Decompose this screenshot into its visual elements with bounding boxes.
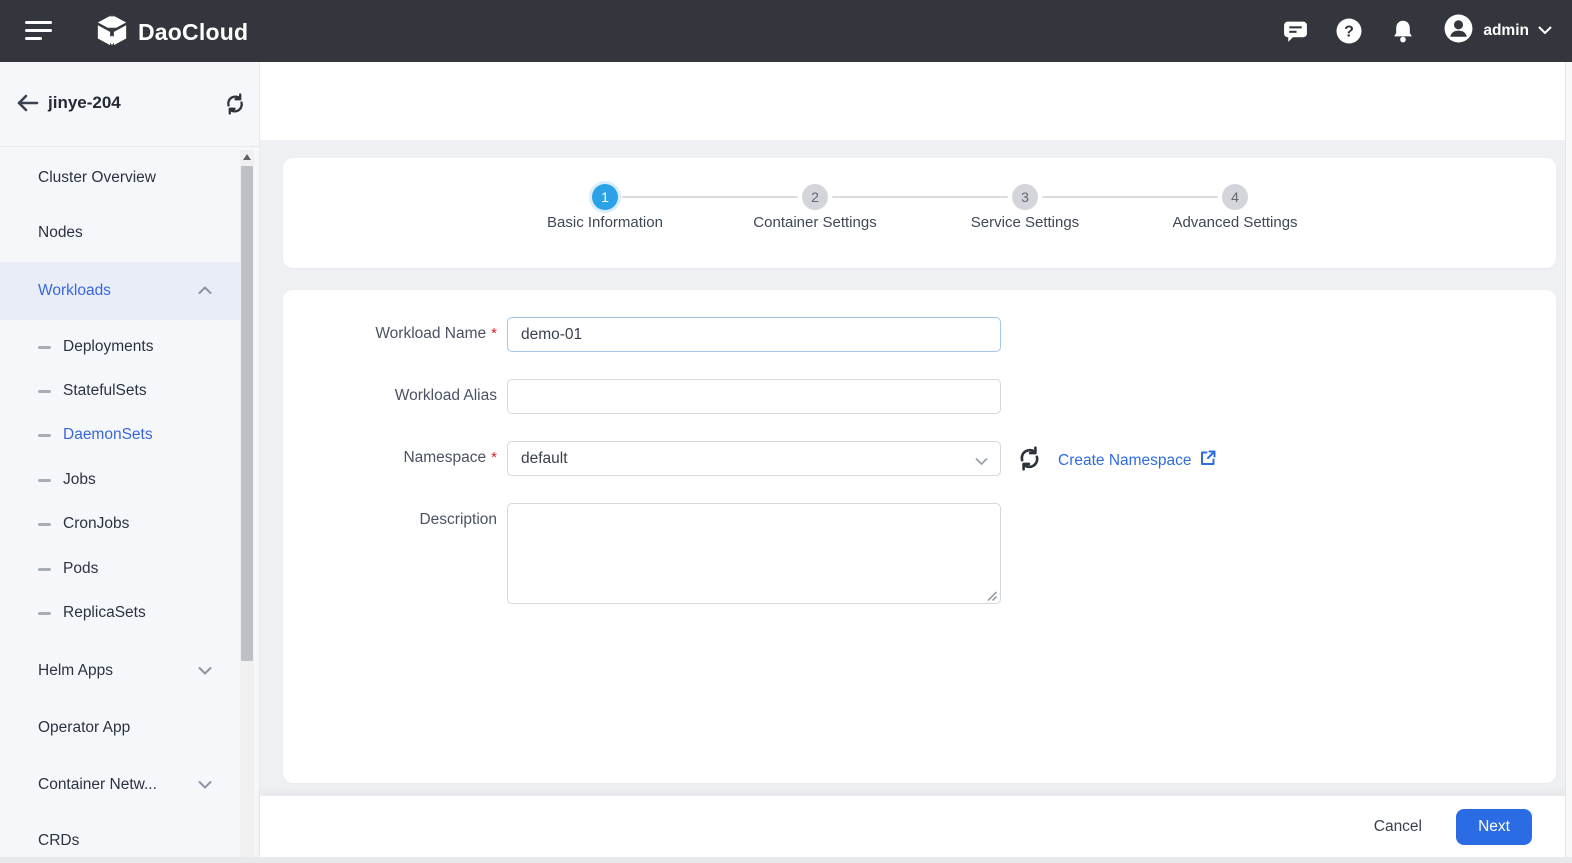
daocloud-logo-icon: [95, 13, 129, 52]
description-textarea[interactable]: [507, 503, 1001, 604]
refresh-namespaces-icon[interactable]: [1017, 446, 1043, 472]
stepper-card: 1 2 3 4 Basic Information Container Sett…: [283, 158, 1556, 268]
sidebar-item-label: CRDs: [38, 832, 80, 849]
sidebar-item-label: Operator App: [38, 719, 131, 736]
sidebar-item-cluster-overview[interactable]: Cluster Overview: [0, 150, 240, 206]
sidebar-item-label: Nodes: [38, 224, 83, 241]
user-name: admin: [1483, 22, 1529, 39]
sidebar-item-label: ReplicaSets: [63, 604, 146, 621]
step-connector: [622, 196, 798, 198]
sidebar-item-label: CronJobs: [63, 515, 130, 532]
sidebar-item-pods[interactable]: Pods: [0, 547, 240, 591]
sidebar-item-container-network[interactable]: Container Netw...: [0, 757, 240, 813]
sidebar-item-label: Pods: [63, 560, 99, 577]
sidebar-item-label: StatefulSets: [63, 382, 147, 399]
step-4-circle: 4: [1222, 184, 1248, 210]
sidebar-item-nodes[interactable]: Nodes: [0, 205, 240, 261]
required-asterisk: *: [491, 325, 497, 342]
sidebar-scrollbar[interactable]: [240, 150, 254, 863]
form-footer: Cancel Next: [260, 795, 1572, 857]
sidebar-item-daemonsets[interactable]: DaemonSets: [0, 413, 240, 457]
namespace-select[interactable]: default: [507, 441, 1001, 476]
workload-alias-label: Workload Alias: [394, 387, 497, 404]
sidebar-item-workloads[interactable]: Workloads: [0, 262, 240, 320]
sidebar-item-helm-apps[interactable]: Helm Apps: [0, 643, 240, 699]
workload-alias-input[interactable]: [507, 379, 1001, 414]
page-header: Create DaemonSets: [260, 62, 1572, 171]
chevron-down-icon: [975, 453, 988, 471]
namespace-label: Namespace *: [403, 449, 497, 466]
sidebar-item-label: Cluster Overview: [38, 169, 156, 186]
chevron-down-icon: [198, 776, 212, 794]
logo-text: DaoCloud: [138, 19, 249, 45]
help-icon[interactable]: ?: [1335, 17, 1363, 45]
user-menu[interactable]: admin: [1443, 13, 1552, 49]
sidebar-item-crds[interactable]: CRDs: [0, 813, 240, 863]
sidebar-item-label: Jobs: [63, 471, 96, 488]
workload-name-label: Workload Name *: [375, 325, 497, 342]
scrollbar-up-arrow[interactable]: [243, 154, 251, 160]
dash-icon: [38, 611, 51, 615]
chevron-down-icon: [198, 662, 212, 680]
daocloud-logo[interactable]: DaoCloud: [95, 13, 248, 52]
chevron-down-icon: [1538, 22, 1552, 40]
sidebar-item-operator-app[interactable]: Operator App: [0, 700, 240, 756]
page-scrollbar[interactable]: [1565, 62, 1572, 857]
dash-icon: [38, 345, 51, 349]
step-connector: [1042, 196, 1218, 198]
basic-information-form: Workload Name* Workload Alias Namespace*…: [283, 290, 1556, 783]
bottom-edge-strip: [0, 857, 1572, 863]
sidebar-item-deployments[interactable]: Deployments: [0, 325, 240, 369]
sidebar-item-statefulsets[interactable]: StatefulSets: [0, 369, 240, 413]
namespace-select-value: default: [521, 449, 568, 467]
scrollbar-thumb[interactable]: [241, 166, 253, 661]
sidebar-header: jinye-204: [0, 62, 260, 147]
required-asterisk: *: [491, 449, 497, 466]
sidebar-item-label: Helm Apps: [38, 662, 113, 679]
avatar-icon: [1443, 13, 1474, 49]
dash-icon: [38, 567, 51, 571]
sidebar-item-label: Deployments: [63, 338, 154, 355]
step-2-circle: 2: [802, 184, 828, 210]
sidebar: jinye-204 Cluster Overview Nodes Workloa…: [0, 62, 260, 863]
step-2-label: Container Settings: [753, 214, 877, 231]
cancel-button[interactable]: Cancel: [1374, 818, 1422, 836]
step-connector: [832, 196, 1008, 198]
step-1-circle: 1: [592, 184, 618, 210]
external-link-icon: [1199, 449, 1217, 472]
chevron-up-icon: [198, 282, 212, 300]
sidebar-item-replicasets[interactable]: ReplicaSets: [0, 591, 240, 635]
next-button[interactable]: Next: [1456, 808, 1532, 845]
app-root: DaoCloud ? admin jinye-204 Cluster Overv…: [0, 0, 1572, 863]
svg-text:?: ?: [1344, 24, 1354, 41]
sidebar-item-jobs[interactable]: Jobs: [0, 458, 240, 502]
dash-icon: [38, 522, 51, 526]
sidebar-back-icon[interactable]: [16, 94, 39, 117]
switch-cluster-icon[interactable]: [224, 93, 246, 120]
create-namespace-link[interactable]: Create Namespace: [1058, 449, 1217, 472]
dash-icon: [38, 433, 51, 437]
step-4-label: Advanced Settings: [1172, 214, 1298, 231]
notifications-bell-icon[interactable]: [1389, 17, 1417, 45]
cluster-name: jinye-204: [48, 93, 121, 112]
step-3-circle: 3: [1012, 184, 1038, 210]
create-namespace-label: Create Namespace: [1058, 451, 1192, 469]
dash-icon: [38, 478, 51, 482]
step-3-label: Service Settings: [970, 214, 1080, 231]
dash-icon: [38, 389, 51, 393]
chat-icon[interactable]: [1281, 17, 1309, 45]
sidebar-item-label: Workloads: [38, 282, 111, 299]
hamburger-menu-icon[interactable]: [25, 21, 52, 41]
description-label: Description: [419, 511, 497, 528]
sidebar-item-label: Container Netw...: [38, 776, 157, 793]
sidebar-item-cronjobs[interactable]: CronJobs: [0, 502, 240, 546]
sidebar-item-label: DaemonSets: [63, 426, 153, 443]
workload-name-input[interactable]: [507, 317, 1001, 352]
step-1-label: Basic Information: [547, 214, 663, 231]
topbar: DaoCloud ? admin: [0, 0, 1572, 62]
